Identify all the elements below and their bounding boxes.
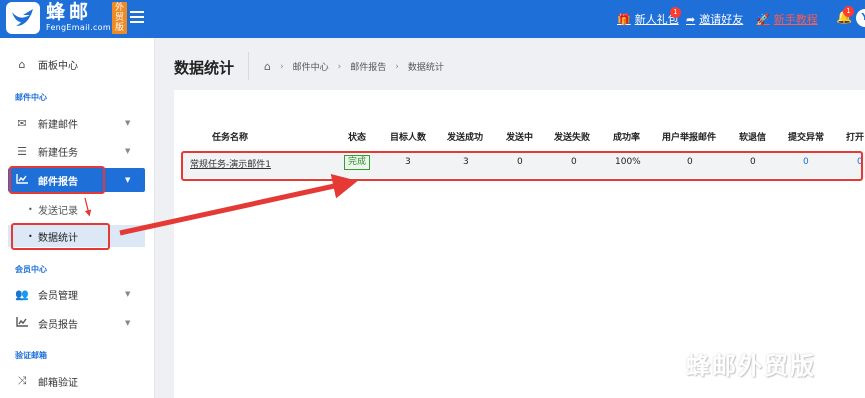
gift-icon: 🎁 [617,12,631,26]
task-name-link[interactable]: 常规任务-演示邮件1 [190,157,271,170]
column-header: 任务名称 [212,133,249,143]
share-icon: ➦ [686,12,696,26]
title-divider [248,52,249,80]
sidebar-item-label: 新建邮件 [38,119,78,131]
chart-icon [15,173,29,187]
chevron-down-icon: ▼ [125,290,131,298]
sidebar-item-mail-report[interactable]: 邮件报告 ▼ [8,168,145,192]
home-icon: ⌂ [18,57,26,71]
column-header: 目标人数 [390,133,427,143]
sidebar-subitem-label: 数据统计 [38,232,78,244]
edition-tag: 外贸版 [112,2,127,34]
table-cell: 0 [750,157,756,167]
sidebar-subitem-label: 发送记录 [38,205,78,217]
sidebar-item-mailbox-verify[interactable]: ⤨ 邮箱验证 [0,370,155,392]
chart-icon [15,316,29,330]
column-header: 状态 [348,133,367,143]
table-cell: 100% [615,157,641,167]
table-cell: 3 [463,157,469,167]
table-cell[interactable]: 0 [803,157,809,167]
column-header: 软退信 [739,133,767,143]
chevron-down-icon: ▼ [125,319,131,327]
table-cell: 0 [517,157,523,167]
sidebar-subitem-data-stats[interactable]: • 数据统计 [8,225,145,247]
invite-label: 邀请好友 [699,13,744,26]
column-header: 发送中 [506,133,534,143]
envelope-icon: ✉ [17,116,27,130]
sidebar-item-label: 邮箱验证 [38,377,78,389]
column-header: 打开 [846,133,865,143]
section-title-mail: 邮件中心 [15,93,47,102]
sidebar-subitem-send-records[interactable]: • 发送记录 [8,198,145,220]
sidebar-item-label: 新建任务 [38,147,78,159]
rocket-icon: 🚀 [756,12,770,26]
table-cell: 0 [571,157,577,167]
brand-name: 蜂邮 [46,1,93,23]
gift-badge: 1 [670,7,681,18]
shuffle-icon: ⤨ [17,374,27,387]
table-cell[interactable]: 0 [857,157,863,167]
sidebar-item-label: 面板中心 [38,60,78,72]
status-badge: 完成 [344,155,371,170]
bullet-icon: • [28,204,33,214]
sidebar-item-new-mail[interactable]: ✉ 新建邮件 ▼ [0,112,155,134]
breadcrumb-item[interactable]: 邮件报告 [350,60,386,73]
brand-domain: FengEmail.com [46,23,111,32]
chevron-down-icon: ▼ [125,119,131,127]
table-row[interactable] [183,152,865,178]
table-cell: 0 [687,157,693,167]
column-header: 发送成功 [447,133,484,143]
invite-link[interactable]: ➦ 邀请好友 [686,11,743,27]
chevron-down-icon: ▼ [125,147,131,155]
sidebar-item-new-task[interactable]: ☰ 新建任务 ▼ [0,140,155,162]
sidebar-item-member-manage[interactable]: 👥 会员管理 ▼ [0,283,155,305]
column-header: 成功率 [613,133,641,143]
sidebar: ⌂ 面板中心 邮件中心 ✉ 新建邮件 ▼ ☰ 新建任务 ▼ 邮件报告 ▼ • 发… [0,38,155,398]
sidebar-item-label: 会员管理 [38,290,78,302]
chevron-right-icon: › [337,61,342,72]
breadcrumb: ⌂ › 邮件中心 › 邮件报告 › 数据统计 [264,60,444,73]
column-header: 发送失败 [554,133,591,143]
tutorial-label: 新手教程 [773,13,818,26]
bullet-icon: • [28,231,33,241]
notification-badge: 1 [843,6,854,17]
top-navbar: 蜂邮 FengEmail.com 外贸版 🎁 新人礼包 1 ➦ 邀请好友 🚀 新… [0,0,865,38]
users-icon: 👥 [15,287,29,301]
table-cell: 3 [405,157,411,167]
breadcrumb-item[interactable]: 邮件中心 [293,60,329,73]
column-header: 提交异常 [788,133,825,143]
column-header: 用户举报邮件 [662,133,717,143]
chevron-right-icon: › [279,61,284,72]
brand-logo[interactable]: 蜂邮 FengEmail.com [6,2,111,34]
chevron-down-icon: ▼ [125,176,131,184]
breadcrumb-item: 数据统计 [407,63,444,73]
tutorial-link[interactable]: 🚀 新手教程 [756,11,818,27]
avatar[interactable]: Y [856,9,865,27]
chevron-right-icon: › [395,61,399,72]
bird-logo-icon [6,2,40,34]
menu-toggle-icon[interactable] [130,11,144,23]
watermark: 蜂邮外贸版 [686,352,816,380]
sidebar-item-label: 邮件报告 [38,176,78,188]
home-icon[interactable]: ⌂ [264,60,271,73]
section-title-member: 会员中心 [15,265,47,274]
sidebar-item-member-report[interactable]: 会员报告 ▼ [0,312,155,334]
sidebar-item-label: 会员报告 [38,319,78,331]
list-icon: ☰ [17,144,27,158]
page-title: 数据统计 [174,59,235,77]
sidebar-item-dashboard[interactable]: ⌂ 面板中心 [0,53,155,75]
section-title-verify: 验证邮箱 [15,351,47,360]
